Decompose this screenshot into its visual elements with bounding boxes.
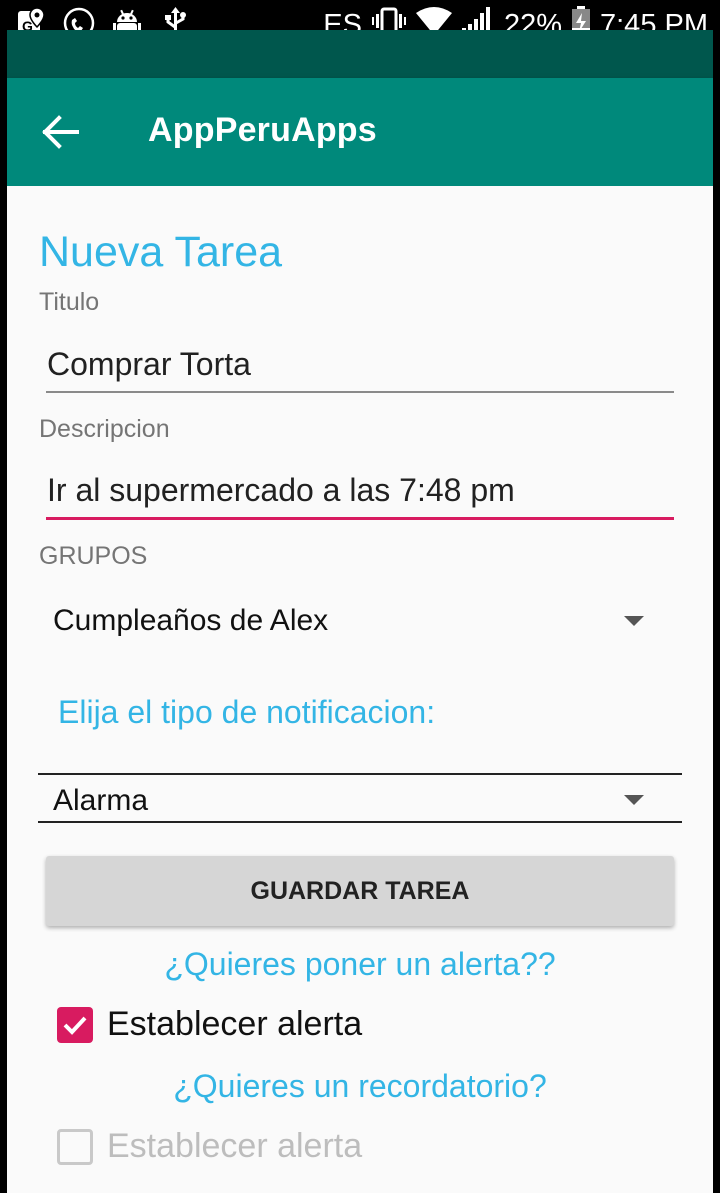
title-field[interactable]: Comprar Torta <box>46 346 674 393</box>
description-value: Ir al supermercado a las 7:48 pm <box>47 472 515 508</box>
title-underline <box>46 391 674 393</box>
notification-selected: Alarma <box>53 784 149 817</box>
divider <box>38 773 682 775</box>
divider <box>38 821 682 823</box>
group-selected: Cumpleaños de Alex <box>53 604 329 637</box>
chevron-down-icon[interactable] <box>624 616 644 626</box>
save-task-button[interactable]: GUARDAR TAREA <box>46 856 674 926</box>
alert-checkbox[interactable] <box>57 1007 93 1043</box>
reminder-checkbox[interactable] <box>57 1129 93 1165</box>
notification-spinner[interactable]: Alarma <box>53 784 653 818</box>
notification-prompt: Elija el tipo de notificacion: <box>58 694 436 730</box>
chevron-down-icon[interactable] <box>624 795 644 805</box>
alert-checkbox-label[interactable]: Establecer alerta <box>107 1005 362 1044</box>
arrow-back-icon[interactable] <box>41 112 81 152</box>
task-form: Nueva Tarea Titulo Comprar Torta Descrip… <box>7 186 713 1193</box>
group-spinner[interactable]: Cumpleaños de Alex <box>53 604 653 638</box>
groups-label: GRUPOS <box>39 542 148 570</box>
description-underline <box>46 517 674 520</box>
alert-prompt: ¿Quieres poner un alerta?? <box>164 946 556 982</box>
reminder-checkbox-label[interactable]: Establecer alerta <box>107 1127 362 1166</box>
page-title: Nueva Tarea <box>39 228 283 276</box>
app-title: AppPeruApps <box>148 111 377 149</box>
title-label: Titulo <box>39 288 100 316</box>
description-label: Descripcion <box>39 415 170 443</box>
app-bar: AppPeruApps <box>7 78 713 186</box>
reminder-prompt: ¿Quieres un recordatorio? <box>173 1068 547 1104</box>
description-field[interactable]: Ir al supermercado a las 7:48 pm <box>46 472 674 520</box>
title-value: Comprar Torta <box>47 346 251 382</box>
status-bar-background <box>7 30 713 78</box>
